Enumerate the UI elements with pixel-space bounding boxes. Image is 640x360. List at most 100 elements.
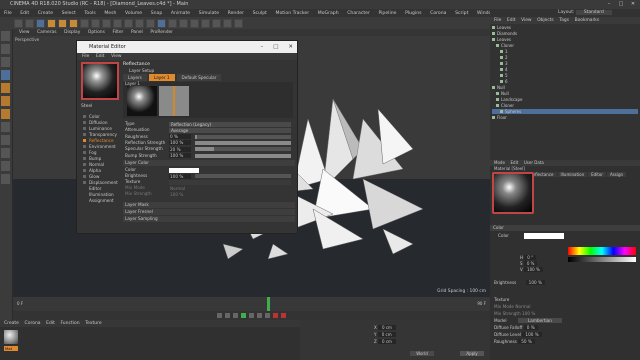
layer-brightness-value[interactable]: 100 % <box>169 173 191 179</box>
am-brightness-value[interactable]: 100 % <box>525 280 545 285</box>
coord-x-value[interactable]: 0 cm <box>378 325 396 330</box>
menu-tools[interactable]: Tools <box>84 11 95 16</box>
move-icon[interactable] <box>47 18 56 28</box>
render-settings-icon[interactable] <box>146 18 155 28</box>
object-row[interactable]: 2 <box>492 55 638 60</box>
cube-icon[interactable] <box>157 18 166 28</box>
vp-menu-filter[interactable]: Filter <box>112 30 123 35</box>
layer-brightness-slider[interactable] <box>195 174 291 178</box>
mat-menu-edit[interactable]: Edit <box>46 321 55 326</box>
vp-menu-cameras[interactable]: Cameras <box>37 30 57 35</box>
menu-plugins[interactable]: Plugins <box>405 11 421 16</box>
om-menu-objects[interactable]: Objects <box>537 18 554 23</box>
vp-menu-display[interactable]: Display <box>64 30 80 35</box>
planar-workplane-icon[interactable] <box>1 174 10 184</box>
am-mix-mode-value[interactable]: Normal <box>515 304 530 309</box>
section-layer-fresnel[interactable]: Layer Fresnel <box>123 209 295 215</box>
go-to-end-icon[interactable] <box>265 313 270 318</box>
render-view-icon[interactable] <box>124 18 133 28</box>
object-row[interactable]: Cloner <box>492 43 638 48</box>
lock-workplane-icon[interactable] <box>1 161 10 171</box>
go-to-start-icon[interactable] <box>217 313 222 318</box>
scale-icon[interactable] <box>58 18 67 28</box>
om-menu-bookmarks[interactable]: Bookmarks <box>575 18 600 23</box>
points-mode-icon[interactable] <box>1 83 10 93</box>
menu-animate[interactable]: Animate <box>171 11 190 16</box>
polygons-mode-icon[interactable] <box>1 109 10 119</box>
menu-select[interactable]: Select <box>62 11 76 16</box>
next-key-icon[interactable] <box>257 313 262 318</box>
layout-dropdown[interactable]: Standard <box>575 10 612 15</box>
object-row[interactable]: 6 <box>492 79 638 84</box>
layer-mix-strength-value[interactable]: 100 % <box>169 192 191 197</box>
light-icon[interactable] <box>234 18 243 28</box>
prop-value-field[interactable]: 100 % <box>169 153 191 158</box>
am-material-preview[interactable] <box>492 172 534 214</box>
rotate-icon[interactable] <box>69 18 78 28</box>
y-axis-icon[interactable] <box>91 18 100 28</box>
undo-icon[interactable] <box>14 18 23 28</box>
model-mode-icon[interactable] <box>1 44 10 54</box>
timeline-playhead[interactable] <box>267 297 270 311</box>
close-icon[interactable]: ✕ <box>630 1 636 7</box>
object-row[interactable]: 4 <box>492 67 638 72</box>
menu-snap[interactable]: Snap <box>151 11 163 16</box>
floor-icon[interactable] <box>212 18 221 28</box>
pen-icon[interactable] <box>168 18 177 28</box>
am-roughness-value[interactable]: 50 % <box>518 339 535 344</box>
am-v-value[interactable]: 100 % <box>524 267 543 272</box>
material-name-label[interactable]: Mat <box>4 346 18 351</box>
material-thumbnail[interactable] <box>4 330 18 344</box>
camera-icon[interactable] <box>223 18 232 28</box>
om-menu-tags[interactable]: Tags <box>559 18 569 23</box>
object-row[interactable]: Landscape <box>492 97 638 102</box>
am-s-value[interactable]: 0 % <box>523 261 538 266</box>
snap-icon[interactable] <box>1 148 10 158</box>
redo-icon[interactable] <box>25 18 34 28</box>
autokey-icon[interactable] <box>281 313 286 318</box>
bend-icon[interactable] <box>201 18 210 28</box>
dialog-close-icon[interactable]: ✕ <box>288 41 293 53</box>
menu-sculpt[interactable]: Sculpt <box>253 11 267 16</box>
object-row[interactable]: Leaves <box>492 37 638 42</box>
dialog-maximize-icon[interactable]: □ <box>273 41 278 53</box>
mat-menu-create[interactable]: Create <box>4 321 19 326</box>
am-tab-editor[interactable]: Editor <box>588 172 606 177</box>
live-selection-icon[interactable] <box>36 18 45 28</box>
object-row-selected[interactable]: Spheres <box>492 109 638 114</box>
object-row[interactable]: Diamonds <box>492 31 638 36</box>
minimize-icon[interactable]: – <box>606 1 612 7</box>
play-icon[interactable] <box>241 313 246 318</box>
object-row[interactable]: Floor <box>492 115 638 120</box>
menu-pipeline[interactable]: Pipeline <box>378 11 396 16</box>
vp-menu-view[interactable]: View <box>19 30 29 35</box>
vp-menu-prorender[interactable]: ProRender <box>150 30 173 35</box>
am-mix-strength-value[interactable]: 100 % <box>522 311 535 316</box>
om-menu-edit[interactable]: Edit <box>507 18 516 23</box>
x-axis-icon[interactable] <box>80 18 89 28</box>
apply-button[interactable]: Apply <box>460 351 484 356</box>
vp-menu-panel[interactable]: Panel <box>131 30 143 35</box>
menu-character[interactable]: Character <box>347 11 370 16</box>
prop-slider-track[interactable] <box>195 134 291 139</box>
me-menu-view[interactable]: View <box>111 54 121 59</box>
am-tab-illumination[interactable]: Illumination <box>557 172 588 177</box>
prop-dropdown[interactable]: Average <box>169 127 291 133</box>
menu-motion-tracker[interactable]: Motion Tracker <box>276 11 310 16</box>
workplane-icon[interactable] <box>1 70 10 80</box>
me-menu-edit[interactable]: Edit <box>96 54 105 59</box>
am-menu-user-data[interactable]: User Data <box>524 160 544 165</box>
menu-mograph[interactable]: MoGraph <box>318 11 339 16</box>
vp-menu-options[interactable]: Options <box>88 30 105 35</box>
object-row[interactable]: Leaves <box>492 25 638 30</box>
prop-value-field[interactable]: 100 % <box>169 140 191 146</box>
prop-value-field[interactable]: 0 % <box>169 134 191 140</box>
material-name[interactable]: Steel <box>81 104 92 109</box>
menu-mesh[interactable]: Mesh <box>104 11 116 16</box>
z-axis-icon[interactable] <box>102 18 111 28</box>
edges-mode-icon[interactable] <box>1 96 10 106</box>
object-row[interactable]: 5 <box>492 73 638 78</box>
tab-layers[interactable]: Layers <box>123 74 147 81</box>
enable-axis-icon[interactable] <box>1 122 10 132</box>
menu-volume[interactable]: Volume <box>125 11 142 16</box>
